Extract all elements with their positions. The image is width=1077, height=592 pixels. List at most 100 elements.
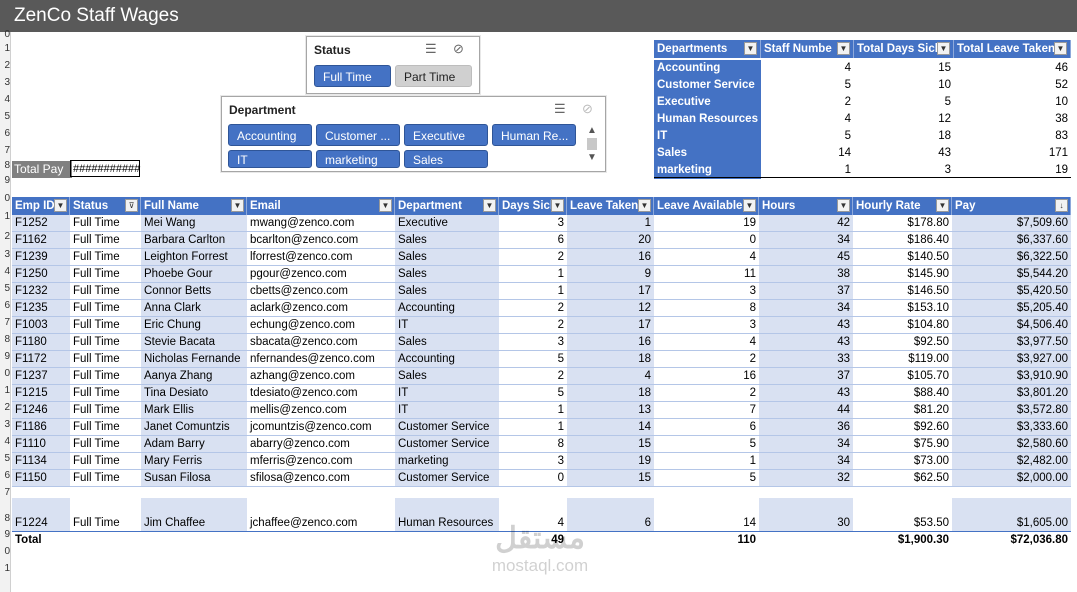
scroll-thumb[interactable] xyxy=(587,138,597,150)
filter-dropdown-icon[interactable]: ▼ xyxy=(936,199,949,212)
department-filter-item[interactable]: Accounting xyxy=(228,124,312,146)
table-cell: jchaffee@zenco.com xyxy=(250,517,358,529)
table-cell: F1239 xyxy=(12,249,70,266)
row-number: 7 xyxy=(4,146,10,156)
table-cell: 4 xyxy=(749,336,756,348)
pivot-value: 4 xyxy=(844,62,851,74)
table-cell: 8 xyxy=(557,438,564,450)
table-cell: azhang@zenco.com xyxy=(250,370,356,382)
scroll-up-icon[interactable]: ▲ xyxy=(584,125,600,136)
table-header-label: Full Name xyxy=(144,200,199,212)
clear-filter-icon[interactable]: ⊘ xyxy=(453,41,464,57)
table-cell: $62.50 xyxy=(913,472,949,484)
table-cell: lforrest@zenco.com xyxy=(250,251,353,263)
pivot-value: 2 xyxy=(844,96,851,108)
table-cell: mellis@zenco.com xyxy=(250,404,347,416)
table-cell: F1232 xyxy=(12,283,70,300)
table-cell: jcomuntzis@zenco.com xyxy=(250,421,372,433)
table-cell: pgour@zenco.com xyxy=(250,268,347,280)
department-filter-item[interactable]: marketing xyxy=(316,150,400,168)
table-cell: F1003 xyxy=(12,317,70,334)
table-cell: 15 xyxy=(567,436,654,453)
pivot-header-label: Staff Numbe xyxy=(764,43,832,55)
table-cell: $73.00 xyxy=(913,455,949,467)
pivot-table: Departments ▼ Staff Numbe ▼ Total Days Sick ▼… xyxy=(654,40,1071,179)
window-title: ZenCo Staff Wages xyxy=(14,5,179,26)
department-filter-item[interactable]: Executive xyxy=(404,124,488,146)
table-cell: 17 xyxy=(567,283,654,300)
table-cell: Sales xyxy=(395,266,499,283)
table-cell: Full Time xyxy=(73,319,120,331)
table-cell: 1 xyxy=(557,404,564,416)
table-cell: Barbara Carlton xyxy=(141,232,247,249)
table-header-label: Leave Taken xyxy=(570,200,639,212)
table-cell: $186.40 xyxy=(907,234,949,246)
table-cell: 1 xyxy=(749,455,756,467)
filter-dropdown-icon[interactable]: ▼ xyxy=(483,199,496,212)
clear-filter-icon[interactable]: ⊘ xyxy=(582,101,593,117)
multi-select-icon[interactable]: ☰ xyxy=(554,101,566,117)
table-cell: 12 xyxy=(567,300,654,317)
table-cell: 2 xyxy=(749,353,756,365)
table-cell: 3 xyxy=(557,336,564,348)
table-cell: F1250 xyxy=(12,266,70,283)
total-pay-value[interactable]: ########### xyxy=(70,160,140,177)
filter-dropdown-icon[interactable]: ▼ xyxy=(551,199,564,212)
table-cell: Sales xyxy=(395,249,499,266)
table-header-label: Email xyxy=(250,200,281,212)
filter-dropdown-icon[interactable]: ▼ xyxy=(379,199,392,212)
department-filter-item[interactable]: Sales xyxy=(404,150,488,168)
row-number: 3 xyxy=(4,78,10,88)
status-filter-part-time[interactable]: Part Time xyxy=(395,65,472,87)
total-pay-label: Total Pay xyxy=(12,161,72,178)
table-cell: IT xyxy=(395,317,499,334)
table-cell: $2,482.00 xyxy=(952,453,1071,470)
filter-dropdown-icon[interactable]: ▼ xyxy=(743,199,756,212)
table-cell: Executive xyxy=(395,215,499,232)
table-cell: 43 xyxy=(759,317,853,334)
status-filter-full-time[interactable]: Full Time xyxy=(314,65,391,87)
table-cell: $5,420.50 xyxy=(952,283,1071,300)
department-slicer-title: Department xyxy=(229,103,296,117)
filter-applied-icon[interactable]: ⊽ xyxy=(125,199,138,212)
department-filter-item[interactable]: IT xyxy=(228,150,312,168)
table-cell: 45 xyxy=(759,249,853,266)
filter-dropdown-icon[interactable]: ▼ xyxy=(1054,42,1067,55)
filter-dropdown-icon[interactable]: ▼ xyxy=(638,199,651,212)
table-cell: Eric Chung xyxy=(141,317,247,334)
table-cell: 8 xyxy=(749,302,756,314)
filter-dropdown-icon[interactable]: ▼ xyxy=(837,199,850,212)
table-cell: 5 xyxy=(749,438,756,450)
filter-dropdown-icon[interactable]: ▼ xyxy=(937,42,950,55)
table-cell: echung@zenco.com xyxy=(250,319,356,331)
filter-dropdown-icon[interactable]: ▼ xyxy=(54,199,67,212)
table-cell: F1224 xyxy=(12,498,70,532)
table-cell: $145.90 xyxy=(907,268,949,280)
total-hourly-rate: $1,900.30 xyxy=(897,534,949,546)
slicer-scrollbar[interactable]: ▲ ▼ xyxy=(584,125,600,169)
table-cell: Accounting xyxy=(395,300,499,317)
department-filter-item[interactable]: Human Re... xyxy=(492,124,576,146)
row-number: 6 xyxy=(4,129,10,139)
table-header-cell: Email xyxy=(247,197,395,215)
row-number: 6 xyxy=(4,301,10,311)
table-cell: 38 xyxy=(759,266,853,283)
table-cell: tdesiato@zenco.com xyxy=(250,387,358,399)
filter-dropdown-icon[interactable]: ▼ xyxy=(837,42,850,55)
filter-applied-icon[interactable]: ↓ xyxy=(1055,199,1068,212)
table-cell: 19 xyxy=(743,217,756,229)
table-cell: F1172 xyxy=(12,351,70,368)
scroll-down-icon[interactable]: ▼ xyxy=(584,152,600,163)
row-number: 3 xyxy=(4,420,10,430)
filter-dropdown-icon[interactable]: ▼ xyxy=(231,199,244,212)
row-number: 4 xyxy=(4,95,10,105)
row-number: 1 xyxy=(4,212,10,222)
row-number: 4 xyxy=(4,267,10,277)
multi-select-icon[interactable]: ☰ xyxy=(425,41,437,57)
filter-dropdown-icon[interactable]: ▼ xyxy=(744,42,757,55)
watermark-site: mostaql.com xyxy=(491,556,589,575)
table-cell: F1180 xyxy=(12,334,70,351)
table-cell: 34 xyxy=(759,453,853,470)
department-filter-item[interactable]: Customer ... xyxy=(316,124,400,146)
table-cell: 11 xyxy=(744,268,756,280)
